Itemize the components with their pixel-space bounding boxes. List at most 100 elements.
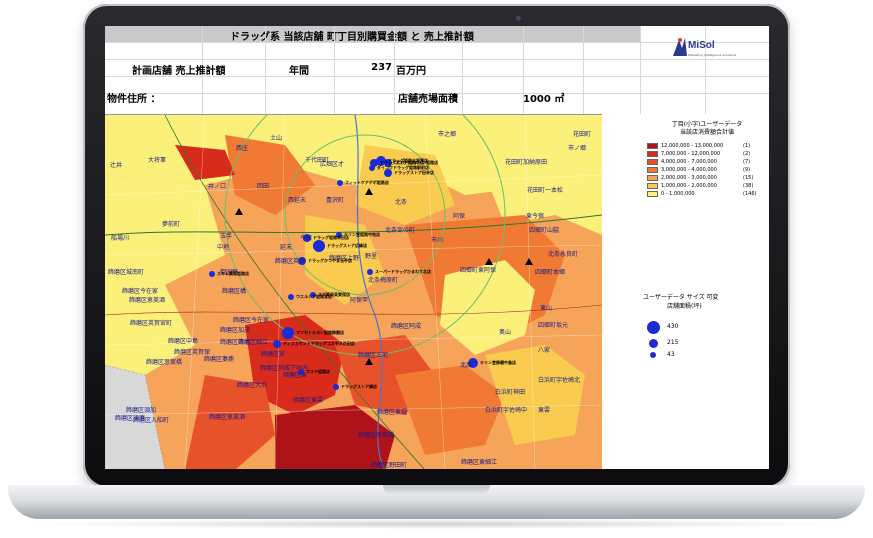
map-place-label: 白浜町宇佐崎中 [485, 407, 528, 414]
store-name-label: マスヤ姫路店 [306, 369, 330, 374]
map-place-label: 北条宮の町 [385, 227, 416, 234]
map-place-label: 東山 [540, 305, 553, 312]
legend-range-label: 12,000,000 - 13,000,000 [661, 143, 724, 149]
map-place-label: 花田町加納原田 [505, 159, 548, 166]
map-place-label: 延末 [280, 244, 293, 251]
sales-value: 237 [371, 62, 392, 73]
map-place-label: 花田町一本松 [527, 187, 564, 194]
logo-mark-icon [673, 38, 687, 56]
legend-range-label: 7,000,000 - 12,000,000 [661, 151, 721, 157]
choropleth-map[interactable]: 花田町 市ノ郷 花田町加納原田 市之郷 花田町一本松 土山 西庄 千代田町 大将軍 広畑区才 辻井井… [105, 114, 602, 469]
legend-count-label: (146) [743, 191, 757, 197]
store-size-label: 43 [667, 351, 675, 358]
legend-class-row: 12,000,000 - 13,000,000 (1) [647, 143, 767, 149]
map-place-label: 市川 [431, 237, 444, 244]
map-place-label: 西延末 [288, 197, 307, 204]
map-place-label: 飾磨区須磨 [115, 415, 146, 422]
grid-line [334, 26, 335, 114]
sheet-title: ドラッグ系 当該店舗 町丁目別購買金額 と 売上推計額 [230, 32, 474, 43]
map-place-label: 飾磨区大浜 [237, 382, 268, 389]
laptop-screen: ドラッグ系 当該店舗 町丁目別購買金額 と 売上推計額 MiSol Market… [105, 26, 769, 469]
map-place-label: 市ノ郷 [568, 145, 587, 152]
floor-area-value: 1000 ㎡ [523, 94, 565, 105]
size-legend-subtitle: 店舗面積(坪) [667, 303, 702, 310]
map-place-label: 北条永良町 [548, 251, 579, 258]
camera-icon [516, 16, 521, 21]
legend-count-label: (38) [743, 183, 754, 189]
store-name-label: ドラッグストア広峰店 [327, 243, 367, 248]
spreadsheet: ドラッグ系 当該店舗 町丁目別購買金額 と 売上推計額 MiSol Market… [105, 26, 769, 469]
store-size-marker [646, 320, 660, 334]
store-size-label: 215 [667, 339, 679, 346]
legend-swatch [647, 143, 658, 149]
map-place-label: 飾磨区中島 [168, 338, 199, 345]
map-place-label: 野里 [365, 253, 378, 260]
grid-line [265, 26, 266, 114]
map-place-label: 土山 [270, 135, 283, 142]
sales-unit: 百万円 [396, 66, 426, 77]
store-name-label: フィットケアデポ姫路店 [345, 180, 389, 185]
map-legend: 丁目(小字)ユーザーデータ 当該店消費額合計値 12,000,000 - 13,… [610, 114, 769, 358]
map-place-label: 四郷町本郷 [535, 269, 566, 276]
map-place-label: 玉手 [220, 233, 233, 240]
map-place-label: 広畑区才 [320, 161, 345, 168]
map-place-label: 東雲 [538, 407, 551, 414]
logo-text: MiSol [688, 40, 715, 51]
map-place-label: 飾磨区今在家 [233, 317, 270, 324]
store-name-label: ダイコクドラッグ姫路駅前店 [377, 165, 429, 170]
logo-subtext: Marketing Intelligence Solutions [688, 53, 737, 57]
map-place-label: 飾磨区英賀 [275, 258, 306, 265]
plan-store-label: 計画店舗 売上推計額 [132, 66, 226, 77]
store-name-label: ドラッグストア構店 [341, 384, 377, 389]
legend-swatch [647, 167, 658, 173]
map-place-label: 今宿 [300, 235, 313, 242]
map-place-label: 八家 [538, 347, 551, 354]
address-label: 物件住所 ： [107, 94, 161, 105]
store-name-label: ウエルシア姫路宮店 [296, 294, 332, 299]
map-place-label: 飾磨区城南町 [108, 269, 145, 276]
legend-class-row: 0 - 1,000,000 (146) [647, 191, 767, 197]
map-place-label: 辻井 [110, 162, 123, 169]
map-place-label: 岡田 [257, 183, 270, 190]
legend-swatch [647, 191, 658, 197]
store-size-label: 430 [667, 323, 679, 330]
store-name-label: ディスカウントドラッグコスモス花田店 [283, 341, 355, 346]
map-place-label: 飾磨区今在家 [122, 288, 159, 295]
laptop-notch [383, 485, 490, 494]
place-label-layer: 花田町 市ノ郷 花田町加納原田 市之郷 花田町一本松 土山 西庄 千代田町 大将軍 広畑区才 辻井井… [105, 115, 602, 469]
map-place-label: 飾磨区英賀宮町 [130, 320, 173, 327]
map-place-label: 飾磨区加茂 [220, 327, 251, 334]
map-place-label: 飾磨区野田町 [371, 462, 408, 469]
map-place-label: 飾磨区宮 [261, 351, 286, 358]
legend-count-label: (9) [743, 167, 751, 173]
map-place-label: 西庄 [236, 145, 249, 152]
store-name-label: キリン堂飾磨中島店 [480, 360, 516, 365]
legend-range-label: 3,000,000 - 4,000,000 [661, 167, 717, 173]
map-place-label: 北条梅原町 [368, 277, 399, 284]
map-place-label: 中地 [217, 244, 230, 251]
legend-range-label: 1,000,000 - 2,000,000 [661, 183, 717, 189]
map-place-label: 飾磨区恵美酒 [209, 414, 246, 421]
period-label: 年間 [289, 66, 309, 77]
map-place-label: 奥山 [499, 329, 512, 336]
map-place-label: 四郷町坂元 [538, 322, 569, 329]
legend-range-label: 0 - 1,000,000 [661, 191, 695, 197]
map-place-label: 阿保甲 [350, 297, 369, 304]
map-place-label: 四郷町山脇 [529, 227, 560, 234]
store-name-label: スーパードラッグひまわり北店 [375, 269, 431, 274]
map-place-label: 船場川 [111, 235, 130, 242]
size-legend-title: ユーザーデータ サイズ 可変 [643, 294, 719, 301]
map-place-label: 大将軍 [148, 157, 167, 164]
map-place-label: 飾磨区阿成 [391, 323, 422, 330]
grid-line [640, 26, 641, 114]
legend-range-label: 4,000,000 - 7,000,000 [661, 159, 717, 165]
map-place-label: 飾磨区東 [283, 372, 308, 379]
legend-count-label: (2) [743, 151, 751, 157]
map-place-label: 北原 [460, 362, 473, 369]
legend-swatch [647, 151, 658, 157]
map-place-label: 白浜町神田 [495, 389, 526, 396]
map-place-label: 夢前町 [162, 221, 181, 228]
map-place-label: 飾磨区三宅 [358, 352, 389, 359]
grid-line [583, 26, 584, 114]
store-size-marker [650, 352, 656, 358]
